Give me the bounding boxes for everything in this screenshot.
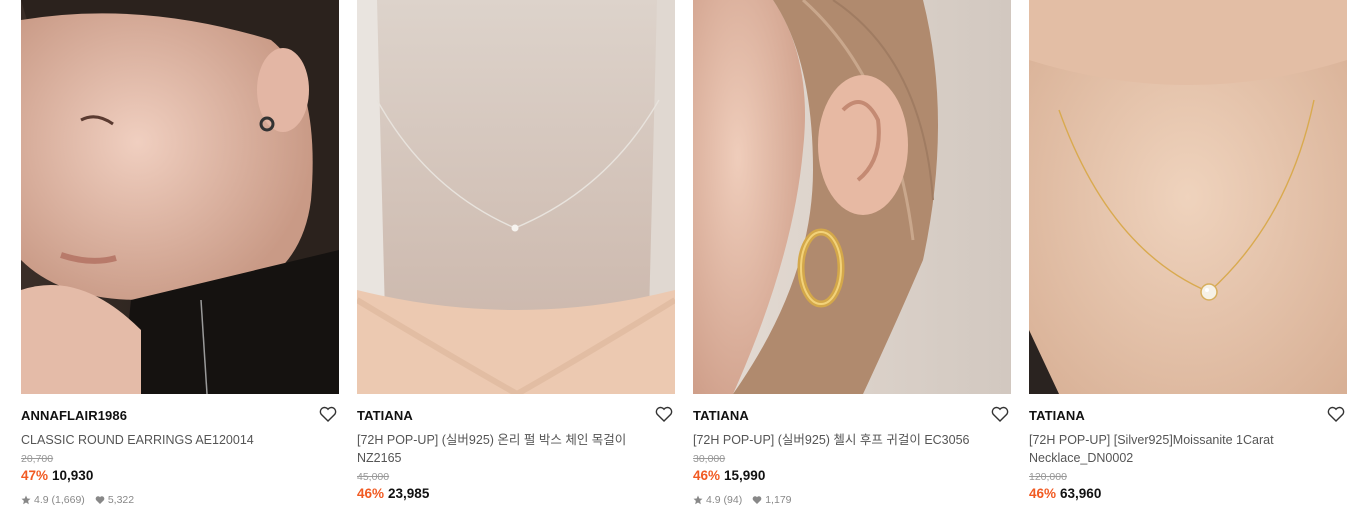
product-meta: 4.9 (94) 1,179: [693, 494, 1011, 506]
product-card[interactable]: TATIANA [72H POP-UP] (실버925) 온리 펄 박스 체인 …: [357, 0, 675, 503]
product-name[interactable]: CLASSIC ROUND EARRINGS AE120014: [21, 431, 311, 449]
price-row: 46% 23,985: [357, 485, 675, 503]
product-name[interactable]: [72H POP-UP] (실버925) 첼시 후프 귀걸이 EC3056: [693, 431, 983, 449]
like-count: 5,322: [107, 494, 135, 506]
star-icon: [693, 495, 703, 505]
product-card[interactable]: TATIANA [72H POP-UP] [Silver925]Moissani…: [1029, 0, 1347, 503]
gold-hoop-earring-photo: [693, 0, 1011, 394]
like-heart-icon: [95, 496, 105, 504]
heart-icon[interactable]: [655, 406, 673, 422]
sale-price: 15,990: [724, 468, 766, 483]
woman-profile-earring-photo: [21, 0, 339, 394]
product-image[interactable]: [693, 0, 1011, 394]
price-row: 47% 10,930: [21, 467, 339, 485]
product-meta: 4.9 (1,669) 5,322: [21, 494, 339, 506]
discount-rate: 46%: [1029, 486, 1057, 501]
like-heart-icon: [752, 496, 762, 504]
discount-rate: 47%: [21, 468, 49, 483]
price-row: 46% 15,990: [693, 467, 1011, 485]
original-price: 20,700: [21, 453, 54, 465]
product-info: TATIANA [72H POP-UP] (실버925) 온리 펄 박스 체인 …: [357, 394, 675, 503]
product-info: TATIANA [72H POP-UP] (실버925) 첼시 후프 귀걸이 E…: [693, 394, 1011, 506]
product-image[interactable]: [357, 0, 675, 394]
sale-price: 23,985: [388, 486, 430, 501]
discount-rate: 46%: [693, 468, 721, 483]
product-info: TATIANA [72H POP-UP] [Silver925]Moissani…: [1029, 394, 1347, 503]
rating-value: 4.9: [34, 494, 49, 506]
sale-price: 63,960: [1060, 486, 1102, 501]
review-count: (94): [723, 494, 743, 506]
brand-name[interactable]: TATIANA: [357, 408, 675, 424]
product-info: ANNAFLAIR1986 CLASSIC ROUND EARRINGS AE1…: [21, 394, 339, 506]
brand-name[interactable]: TATIANA: [693, 408, 1011, 424]
heart-icon[interactable]: [991, 406, 1009, 422]
moissanite-necklace-photo: [1029, 0, 1347, 394]
product-name[interactable]: [72H POP-UP] [Silver925]Moissanite 1Cara…: [1029, 431, 1319, 467]
brand-name[interactable]: ANNAFLAIR1986: [21, 408, 339, 424]
price-row: 46% 63,960: [1029, 485, 1347, 503]
product-image[interactable]: [1029, 0, 1347, 394]
heart-icon[interactable]: [1327, 406, 1345, 422]
heart-icon[interactable]: [319, 406, 337, 422]
necklace-on-neck-photo: [357, 0, 675, 394]
original-price: 120,000: [1029, 471, 1067, 483]
product-name[interactable]: [72H POP-UP] (실버925) 온리 펄 박스 체인 목걸이 NZ21…: [357, 431, 647, 467]
original-price: 45,000: [357, 471, 390, 483]
product-card[interactable]: ANNAFLAIR1986 CLASSIC ROUND EARRINGS AE1…: [21, 0, 339, 506]
star-icon: [21, 495, 31, 505]
original-price: 30,000: [693, 453, 726, 465]
sale-price: 10,930: [52, 468, 94, 483]
review-count: (1,669): [51, 494, 85, 506]
brand-name[interactable]: TATIANA: [1029, 408, 1347, 424]
discount-rate: 46%: [357, 486, 385, 501]
product-card[interactable]: TATIANA [72H POP-UP] (실버925) 첼시 후프 귀걸이 E…: [693, 0, 1011, 506]
product-grid: ANNAFLAIR1986 CLASSIC ROUND EARRINGS AE1…: [0, 0, 1366, 514]
product-image[interactable]: [21, 0, 339, 394]
like-count: 1,179: [765, 494, 792, 506]
rating-value: 4.9: [706, 494, 721, 506]
